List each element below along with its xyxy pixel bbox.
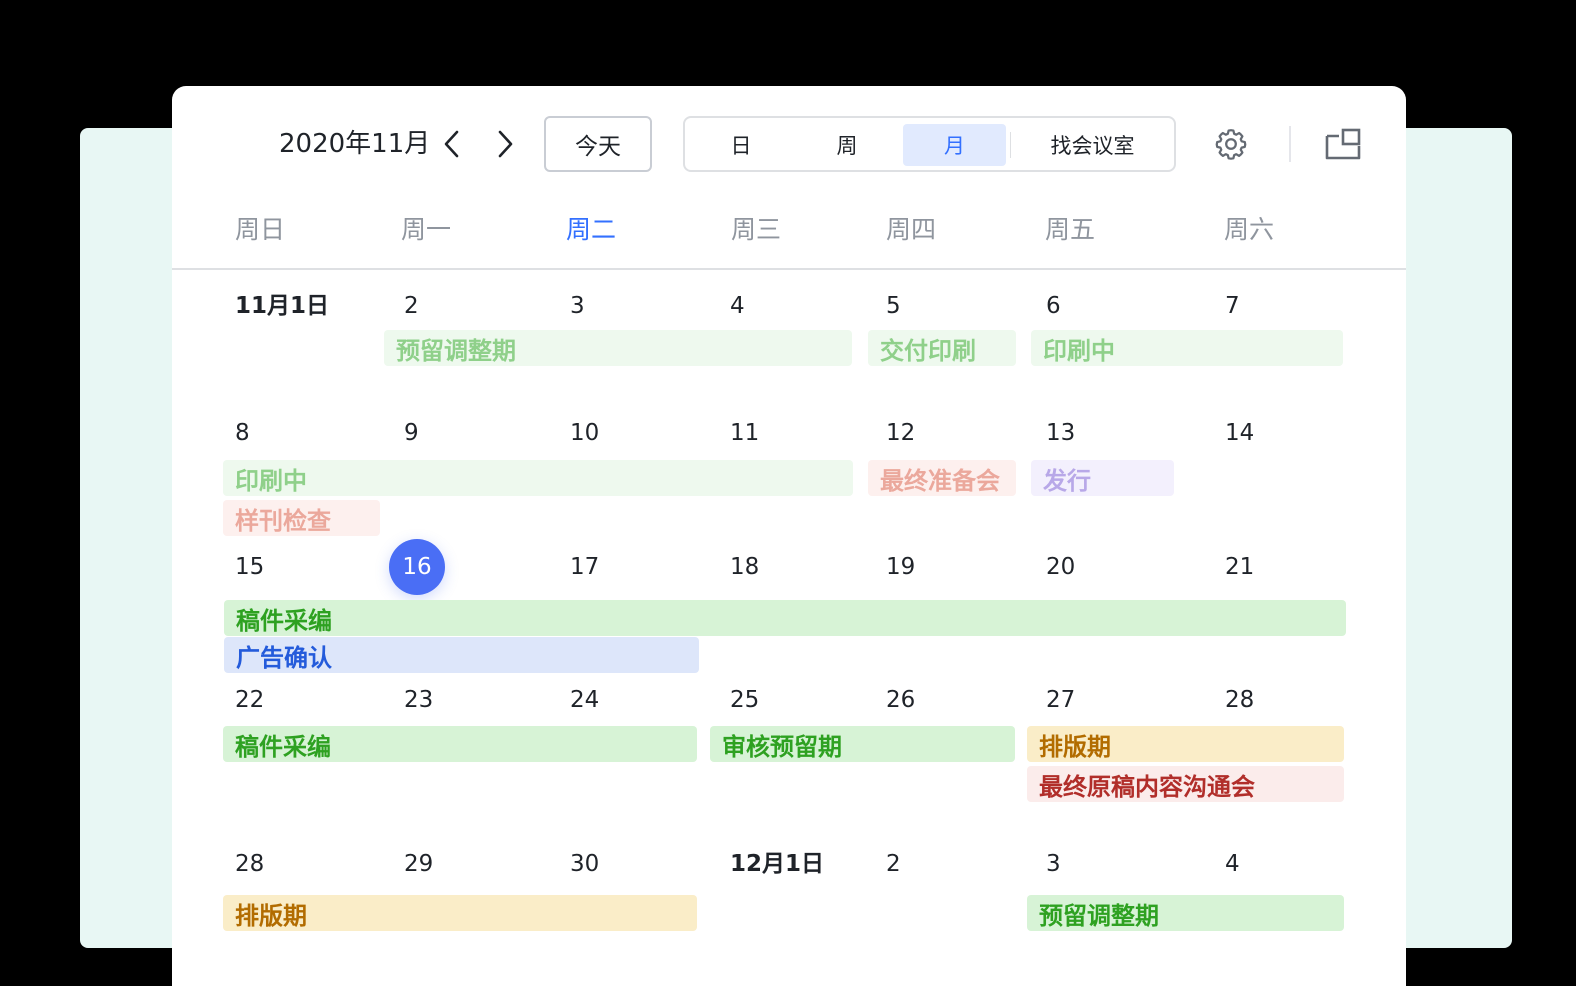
event-bar[interactable]: 预留调整期 xyxy=(384,330,852,366)
popout-button[interactable] xyxy=(1325,128,1361,164)
view-day-tab[interactable]: 日 xyxy=(691,124,791,166)
event-bar[interactable]: 稿件采编 xyxy=(224,600,1346,636)
day-number[interactable]: 14 xyxy=(1225,417,1254,449)
day-number[interactable]: 12月1日 xyxy=(730,848,824,880)
event-bar[interactable]: 印刷中 xyxy=(1031,330,1343,366)
gear-icon xyxy=(1215,129,1247,160)
event-bar[interactable]: 审核预留期 xyxy=(710,726,1015,762)
day-number[interactable]: 18 xyxy=(730,551,759,583)
day-number[interactable]: 13 xyxy=(1046,417,1075,449)
event-bar[interactable]: 稿件采编 xyxy=(223,726,697,762)
day-number[interactable]: 10 xyxy=(570,417,599,449)
day-number[interactable]: 21 xyxy=(1225,551,1254,583)
event-bar[interactable]: 广告确认 xyxy=(224,637,699,673)
header-divider xyxy=(172,268,1406,270)
day-number[interactable]: 20 xyxy=(1046,551,1075,583)
day-number[interactable]: 6 xyxy=(1046,290,1061,322)
day-number[interactable]: 15 xyxy=(235,551,264,583)
view-month-tab[interactable]: 月 xyxy=(903,124,1006,166)
weekday-tue: 周二 xyxy=(566,215,617,244)
day-number[interactable]: 28 xyxy=(1225,684,1254,716)
day-number[interactable]: 22 xyxy=(235,684,264,716)
day-number[interactable]: 7 xyxy=(1225,290,1240,322)
find-meeting-room-tab[interactable]: 找会议室 xyxy=(1015,124,1170,166)
day-number[interactable]: 12 xyxy=(886,417,915,449)
view-divider xyxy=(1010,132,1011,158)
weekday-sun: 周日 xyxy=(235,215,286,244)
day-number[interactable]: 3 xyxy=(570,290,585,322)
calendar-panel: 2020年11月 今天 日 周 月 找会议室 周日 周一 周二 周三 周四 周五 xyxy=(172,86,1406,986)
next-month-button[interactable] xyxy=(490,126,520,162)
day-number[interactable]: 25 xyxy=(730,684,759,716)
weekday-sat: 周六 xyxy=(1224,215,1275,244)
event-bar[interactable]: 最终准备会 xyxy=(868,460,1016,496)
day-number[interactable]: 3 xyxy=(1046,848,1061,880)
day-number[interactable]: 30 xyxy=(570,848,599,880)
event-bar[interactable]: 样刊检查 xyxy=(223,500,380,536)
prev-month-button[interactable] xyxy=(437,126,467,162)
day-number[interactable]: 29 xyxy=(404,848,433,880)
day-number[interactable]: 11月1日 xyxy=(235,290,329,322)
view-switcher: 日 周 月 找会议室 xyxy=(683,116,1176,172)
today-button[interactable]: 今天 xyxy=(544,116,652,172)
event-bar[interactable]: 最终原稿内容沟通会 xyxy=(1027,766,1344,802)
day-number[interactable]: 9 xyxy=(404,417,419,449)
event-bar[interactable]: 排版期 xyxy=(1027,726,1344,762)
month-title: 2020年11月 xyxy=(279,129,431,159)
day-number[interactable]: 17 xyxy=(570,551,599,583)
day-number[interactable]: 27 xyxy=(1046,684,1075,716)
event-bar[interactable]: 印刷中 xyxy=(223,460,853,496)
view-week-tab[interactable]: 周 xyxy=(797,124,897,166)
day-number[interactable]: 8 xyxy=(235,417,250,449)
popout-window-icon xyxy=(1325,128,1361,160)
day-number[interactable]: 26 xyxy=(886,684,915,716)
day-number[interactable]: 5 xyxy=(886,290,901,322)
toolbar-separator xyxy=(1289,126,1291,162)
weekday-wed: 周三 xyxy=(731,215,782,244)
day-number[interactable]: 4 xyxy=(1225,848,1240,880)
day-number[interactable]: 2 xyxy=(404,290,419,322)
chevron-right-icon xyxy=(498,130,513,158)
day-number[interactable]: 23 xyxy=(404,684,433,716)
day-number[interactable]: 24 xyxy=(570,684,599,716)
day-number[interactable]: 2 xyxy=(886,848,901,880)
day-number[interactable]: 4 xyxy=(730,290,745,322)
day-number[interactable]: 28 xyxy=(235,848,264,880)
event-bar[interactable]: 交付印刷 xyxy=(868,330,1016,366)
event-bar[interactable]: 发行 xyxy=(1031,460,1174,496)
day-number[interactable]: 11 xyxy=(730,417,759,449)
day-number[interactable]: 19 xyxy=(886,551,915,583)
weekday-fri: 周五 xyxy=(1045,215,1096,244)
chevron-left-icon xyxy=(444,130,459,158)
weekday-thu: 周四 xyxy=(886,215,937,244)
weekday-mon: 周一 xyxy=(401,215,452,244)
settings-button[interactable] xyxy=(1213,126,1249,166)
event-bar[interactable]: 预留调整期 xyxy=(1027,895,1344,931)
event-bar[interactable]: 排版期 xyxy=(223,895,697,931)
today-marker[interactable]: 16 xyxy=(389,539,445,595)
